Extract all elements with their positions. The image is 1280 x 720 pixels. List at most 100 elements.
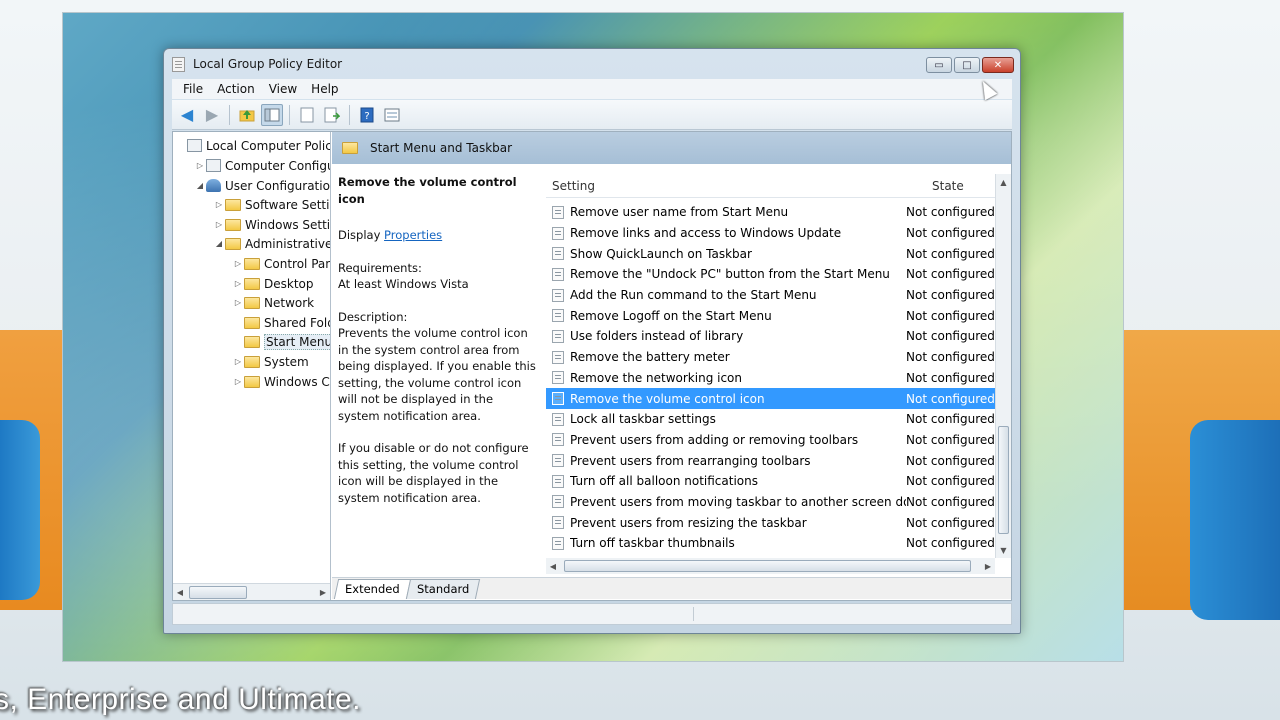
setting-name: Prevent users from adding or removing to… bbox=[570, 432, 859, 447]
tree-item-label: Shared Folder bbox=[264, 315, 330, 330]
expand-toggle-icon[interactable]: ▷ bbox=[232, 357, 244, 366]
scroll-down-icon[interactable]: ▼ bbox=[996, 542, 1011, 558]
tree-item[interactable]: ▷ Software Settings bbox=[213, 195, 330, 214]
menu-action[interactable]: Action bbox=[210, 82, 262, 96]
tab-extended[interactable]: Extended bbox=[333, 579, 411, 599]
back-arrow-icon[interactable]: ◀ bbox=[176, 104, 198, 126]
video-caption: s, Enterprise and Ultimate. bbox=[0, 683, 361, 716]
table-row[interactable]: Remove links and access to Windows Updat… bbox=[546, 223, 995, 244]
forward-arrow-icon[interactable]: ▶ bbox=[201, 104, 223, 126]
tab-standard[interactable]: Standard bbox=[405, 579, 481, 599]
tree-item[interactable]: Local Computer Policy bbox=[175, 136, 330, 155]
setting-name: Prevent users from resizing the taskbar bbox=[570, 515, 807, 530]
scroll-up-icon[interactable]: ▲ bbox=[996, 174, 1011, 190]
expand-toggle-icon[interactable]: ▷ bbox=[213, 200, 225, 209]
title-bar[interactable]: Local Group Policy Editor ▭ □ ✕ bbox=[164, 49, 1020, 79]
setting-state: Not configured bbox=[906, 515, 995, 530]
export-list-icon[interactable] bbox=[321, 104, 343, 126]
properties-link[interactable]: Properties bbox=[384, 228, 442, 242]
table-row[interactable]: Remove the battery meter Not configured bbox=[546, 347, 995, 368]
user-icon bbox=[206, 179, 221, 192]
setting-state: Not configured bbox=[906, 226, 995, 241]
policy-setting-icon bbox=[552, 371, 564, 385]
tree-item[interactable]: ▷ Network bbox=[232, 293, 314, 312]
scroll-left-icon[interactable]: ◀ bbox=[546, 562, 560, 571]
minimize-button[interactable]: ▭ bbox=[926, 57, 952, 73]
expand-toggle-icon[interactable]: ▷ bbox=[232, 279, 244, 288]
expand-toggle-icon[interactable]: ▷ bbox=[232, 377, 244, 386]
table-row[interactable]: Turn off all balloon notifications Not co… bbox=[546, 471, 995, 492]
requirements: Requirements: At least Windows Vista bbox=[338, 260, 469, 292]
tree-item-label: Computer Configura bbox=[225, 158, 330, 173]
hscroll-thumb[interactable] bbox=[189, 586, 247, 599]
table-row[interactable]: Prevent users from adding or removing to… bbox=[546, 430, 995, 451]
folder-icon bbox=[225, 237, 241, 250]
table-row[interactable]: Prevent users from resizing the taskbar N… bbox=[546, 512, 995, 533]
maximize-button[interactable]: □ bbox=[954, 57, 980, 73]
view-icon[interactable] bbox=[381, 104, 403, 126]
expand-toggle-icon[interactable]: ▷ bbox=[213, 220, 225, 229]
description-text-2: If you disable or do not configure this … bbox=[338, 441, 529, 505]
table-row[interactable]: Turn off taskbar thumbnails Not configure… bbox=[546, 533, 995, 554]
column-state[interactable]: State bbox=[906, 179, 972, 193]
horizontal-scrollbar[interactable]: ◀ ▶ bbox=[546, 558, 995, 574]
tree-item[interactable]: ◢ User Configuration bbox=[194, 176, 330, 195]
hscroll-thumb[interactable] bbox=[564, 560, 971, 572]
tree-item[interactable]: ▷ System bbox=[232, 352, 309, 371]
up-folder-icon[interactable] bbox=[236, 104, 258, 126]
properties-icon[interactable] bbox=[296, 104, 318, 126]
tree-item[interactable]: Start Menu ar bbox=[232, 332, 330, 351]
policy-setting-icon bbox=[552, 205, 564, 219]
help-icon[interactable]: ? bbox=[356, 104, 378, 126]
menu-file[interactable]: File bbox=[176, 82, 210, 96]
table-row[interactable]: Remove the volume control icon Not config… bbox=[546, 388, 995, 409]
setting-state: Not configured bbox=[906, 205, 995, 220]
tree-item[interactable]: ◢ Administrative Te bbox=[213, 234, 330, 253]
tree-item[interactable]: ▷ Windows Cor bbox=[232, 372, 330, 391]
scroll-thumb[interactable] bbox=[998, 426, 1009, 534]
table-row[interactable]: Remove the "Undock PC" button from the S… bbox=[546, 264, 995, 285]
policy-setting-icon bbox=[552, 495, 564, 509]
tree-item[interactable]: ▷ Windows Setting bbox=[213, 215, 330, 234]
setting-name: Lock all taskbar settings bbox=[570, 412, 716, 427]
table-row[interactable]: Remove user name from Start Menu Not conf… bbox=[546, 202, 995, 223]
expand-toggle-icon[interactable]: ◢ bbox=[213, 239, 225, 248]
background-cushion-right bbox=[1190, 420, 1280, 620]
setting-state: Not configured bbox=[906, 391, 995, 406]
table-row[interactable]: Remove the networking icon Not configured bbox=[546, 368, 995, 389]
menu-help[interactable]: Help bbox=[304, 82, 345, 96]
table-row[interactable]: Remove Logoff on the Start Menu Not confi… bbox=[546, 305, 995, 326]
status-bar bbox=[172, 603, 1012, 625]
setting-name: Turn off taskbar thumbnails bbox=[570, 536, 735, 551]
setting-state: Not configured bbox=[906, 370, 995, 385]
close-button[interactable]: ✕ bbox=[982, 57, 1014, 73]
scroll-left-icon[interactable]: ◀ bbox=[173, 588, 187, 597]
display-properties: Display Properties bbox=[338, 228, 443, 242]
tree-item[interactable]: ▷ Desktop bbox=[232, 274, 314, 293]
setting-state: Not configured bbox=[906, 246, 995, 261]
table-row[interactable]: Prevent users from rearranging toolbars N… bbox=[546, 450, 995, 471]
scroll-right-icon[interactable]: ▶ bbox=[316, 588, 330, 597]
column-setting[interactable]: Setting bbox=[546, 179, 906, 193]
show-hide-tree-icon[interactable] bbox=[261, 103, 283, 126]
table-row[interactable]: Prevent users from moving taskbar to ano… bbox=[546, 492, 995, 513]
tree-item[interactable]: ▷ Control Panel bbox=[232, 254, 330, 273]
tree-horizontal-scrollbar[interactable]: ◀ ▶ bbox=[173, 583, 330, 600]
table-row[interactable]: Add the Run command to the Start Menu Not… bbox=[546, 285, 995, 306]
folder-icon bbox=[244, 277, 260, 290]
expand-toggle-icon[interactable]: ▷ bbox=[194, 161, 206, 170]
policy-setting-icon bbox=[552, 267, 564, 281]
expand-toggle-icon[interactable]: ▷ bbox=[232, 298, 244, 307]
vertical-scrollbar[interactable]: ▲ ▼ bbox=[995, 174, 1011, 558]
table-row[interactable]: Show QuickLaunch on Taskbar Not configure… bbox=[546, 243, 995, 264]
scroll-right-icon[interactable]: ▶ bbox=[985, 562, 991, 571]
policy-setting-icon bbox=[552, 350, 564, 364]
computer-icon bbox=[206, 159, 221, 172]
expand-toggle-icon[interactable]: ◢ bbox=[194, 181, 206, 190]
tree-item[interactable]: Shared Folder bbox=[232, 313, 330, 332]
table-row[interactable]: Use folders instead of library Not config… bbox=[546, 326, 995, 347]
table-row[interactable]: Lock all taskbar settings Not configured bbox=[546, 409, 995, 430]
expand-toggle-icon[interactable]: ▷ bbox=[232, 259, 244, 268]
menu-view[interactable]: View bbox=[262, 82, 304, 96]
tree-item[interactable]: ▷ Computer Configura bbox=[194, 156, 330, 175]
